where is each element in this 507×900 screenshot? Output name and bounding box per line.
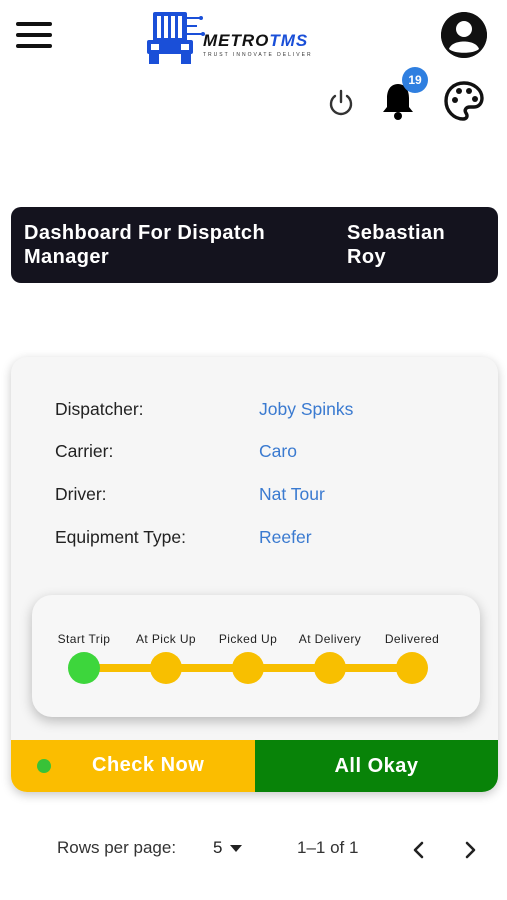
action-bar: Check Now All Okay [11,740,498,792]
all-okay-button[interactable]: All Okay [255,740,498,792]
menu-icon[interactable] [16,22,52,48]
page-title: Dashboard For Dispatch Manager [24,222,266,268]
user-name: Sebastian Roy [347,222,446,268]
equipment-type-value: Reefer [259,527,312,547]
power-icon[interactable] [326,88,356,118]
dispatch-dashboard: METROTMS TRUST INNOVATE DELIVER 19 Dashb… [0,0,507,900]
logo-tagline: TRUST INNOVATE DELIVER [203,52,313,58]
next-page-icon[interactable] [460,838,480,862]
status-dot-icon [37,759,51,773]
driver-value: Nat Tour [259,484,325,504]
previous-page-icon[interactable] [409,838,429,862]
pagination-range: 1–1 of 1 [297,838,359,857]
dispatcher-label: Dispatcher: [55,399,144,419]
metrotms-logo[interactable]: METROTMS TRUST INNOVATE DELIVER [143,8,358,68]
driver-label: Driver: [55,484,107,504]
carrier-value: Caro [259,441,297,461]
logo-wordmark: METROTMS [203,31,309,50]
account-icon[interactable] [441,12,487,58]
chevron-down-icon [230,845,243,853]
dispatcher-value: Joby Spinks [259,399,354,419]
trip-progress: Start Trip At Pick Up Picked Up At Deliv… [32,595,480,717]
step-dot-at-delivery [314,652,346,684]
step-label-at-pick-up: At Pick Up [135,632,197,646]
check-now-label: Check Now [92,754,205,776]
step-label-delivered: Delivered [384,632,440,646]
notification-badge: 19 [402,67,428,93]
step-label-start-trip: Start Trip [57,632,111,646]
rows-per-page-label: Rows per page: [57,838,177,857]
step-label-at-delivery: At Delivery [298,632,362,646]
trip-card: Dispatcher: Joby Spinks Carrier: Caro Dr… [11,357,498,792]
dashboard-title-banner: Dashboard For Dispatch Manager Sebastian… [11,207,498,283]
truck-logo-icon [147,12,205,64]
palette-icon[interactable] [443,80,485,122]
equipment-type-label: Equipment Type: [55,527,187,547]
rows-per-page-value: 5 [213,838,223,857]
step-label-picked-up: Picked Up [218,632,278,646]
carrier-label: Carrier: [55,441,114,461]
check-now-button[interactable]: Check Now [11,740,255,792]
step-dot-picked-up [232,652,264,684]
rows-per-page-select[interactable]: 5 [213,838,243,858]
step-dot-start-trip [68,652,100,684]
step-dot-delivered [396,652,428,684]
step-dot-at-pick-up [150,652,182,684]
